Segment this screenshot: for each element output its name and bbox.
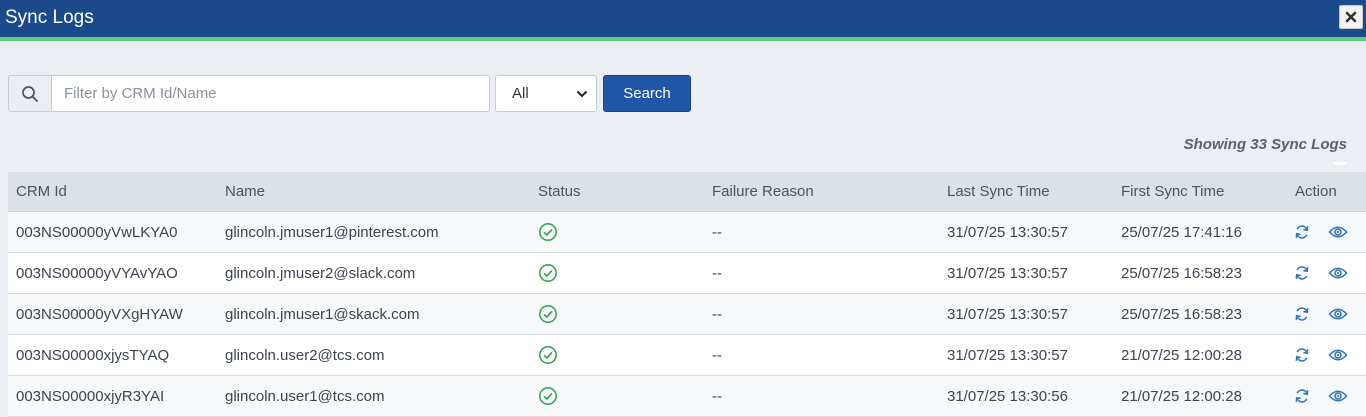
column-header-failure-reason[interactable]: Failure Reason [712, 172, 814, 211]
success-check-icon [539, 346, 557, 364]
success-check-icon [539, 223, 557, 241]
last-sync-cell: 31/07/25 13:30:57 [947, 264, 1068, 282]
column-header-action: Action [1295, 183, 1337, 200]
crm-id-cell: 003NS00000xjysTYAQ [16, 346, 170, 364]
eye-icon [1328, 308, 1348, 320]
name-cell: glincoln.user1@tcs.com [225, 387, 385, 405]
column-header-first-sync-time[interactable]: First Sync Time [1121, 172, 1224, 211]
row-actions [1292, 335, 1348, 375]
failure-reason-cell: -- [712, 305, 722, 323]
name-cell: glincoln.jmuser1@pinterest.com [225, 223, 439, 241]
table-row: 003NS00000yVYAvYAO glincoln.jmuser2@slac… [8, 253, 1366, 294]
first-sync-cell: 25/07/25 16:58:23 [1121, 264, 1242, 282]
view-button[interactable] [1328, 304, 1348, 324]
eye-icon [1328, 349, 1348, 361]
failure-reason-cell: -- [712, 223, 722, 241]
resync-button[interactable] [1292, 263, 1312, 283]
search-group [8, 75, 490, 112]
status-select-value: All [512, 85, 529, 102]
status-cell [538, 376, 558, 416]
window-title: Sync Logs [5, 7, 94, 28]
search-input[interactable] [51, 75, 490, 112]
last-sync-cell: 31/07/25 13:30:56 [947, 387, 1068, 405]
failure-reason-cell: -- [712, 264, 722, 282]
search-button[interactable]: Search [603, 75, 691, 112]
name-cell: glincoln.jmuser2@slack.com [225, 264, 416, 282]
status-cell [538, 212, 558, 252]
view-button[interactable] [1328, 345, 1348, 365]
refresh-icon [1295, 225, 1309, 239]
status-cell [538, 253, 558, 293]
column-header-crm-id[interactable]: CRM Id [16, 172, 67, 211]
close-icon [1345, 11, 1357, 23]
refresh-icon [1295, 266, 1309, 280]
failure-reason-cell: -- [712, 346, 722, 364]
close-button[interactable] [1339, 5, 1363, 29]
status-cell [538, 294, 558, 334]
resync-button[interactable] [1292, 304, 1312, 324]
column-header-name[interactable]: Name [225, 172, 265, 211]
status-cell [538, 335, 558, 375]
table-row: 003NS00000yVXgHYAW glincoln.jmuser1@skac… [8, 294, 1366, 335]
column-header-status[interactable]: Status [538, 172, 581, 211]
view-button[interactable] [1328, 263, 1348, 283]
accent-line [0, 37, 1366, 41]
refresh-icon [1295, 348, 1309, 362]
row-actions [1292, 294, 1348, 334]
name-cell: glincoln.user2@tcs.com [225, 346, 385, 364]
view-button[interactable] [1328, 222, 1348, 242]
table-row: 003NS00000xjyR3YAI glincoln.user1@tcs.co… [8, 376, 1366, 417]
status-select[interactable]: All [495, 75, 597, 112]
column-header-last-sync-time[interactable]: Last Sync Time [947, 172, 1050, 211]
refresh-icon [1295, 307, 1309, 321]
table-header: CRM Id Name Status Failure Reason Last S… [8, 172, 1366, 212]
resync-button[interactable] [1292, 345, 1312, 365]
resync-button[interactable] [1292, 222, 1312, 242]
refresh-icon [1295, 389, 1309, 403]
crm-id-cell: 003NS00000xjyR3YAI [16, 387, 165, 405]
name-cell: glincoln.jmuser1@skack.com [225, 305, 420, 323]
row-actions [1292, 253, 1348, 293]
first-sync-cell: 21/07/25 12:00:28 [1121, 387, 1242, 405]
success-check-icon [539, 264, 557, 282]
scroll-indicator [1333, 162, 1347, 165]
first-sync-cell: 25/07/25 16:58:23 [1121, 305, 1242, 323]
crm-id-cell: 003NS00000yVwLKYA0 [16, 223, 178, 241]
sync-logs-table: CRM Id Name Status Failure Reason Last S… [8, 172, 1366, 417]
row-actions [1292, 212, 1348, 252]
view-button[interactable] [1328, 386, 1348, 406]
table-row: 003NS00000yVwLKYA0 glincoln.jmuser1@pint… [8, 212, 1366, 253]
row-actions [1292, 376, 1348, 416]
first-sync-cell: 21/07/25 12:00:28 [1121, 346, 1242, 364]
search-addon [8, 75, 51, 112]
chevron-down-icon [576, 90, 588, 97]
failure-reason-cell: -- [712, 387, 722, 405]
crm-id-cell: 003NS00000yVYAvYAO [16, 264, 178, 282]
title-bar: Sync Logs [0, 0, 1366, 38]
first-sync-cell: 25/07/25 17:41:16 [1121, 223, 1242, 241]
last-sync-cell: 31/07/25 13:30:57 [947, 223, 1068, 241]
eye-icon [1328, 390, 1348, 402]
success-check-icon [539, 305, 557, 323]
resync-button[interactable] [1292, 386, 1312, 406]
crm-id-cell: 003NS00000yVXgHYAW [16, 305, 183, 323]
table-row: 003NS00000xjysTYAQ glincoln.user2@tcs.co… [8, 335, 1366, 376]
eye-icon [1328, 226, 1348, 238]
success-check-icon [539, 387, 557, 405]
last-sync-cell: 31/07/25 13:30:57 [947, 346, 1068, 364]
last-sync-cell: 31/07/25 13:30:57 [947, 305, 1068, 323]
eye-icon [1328, 267, 1348, 279]
search-icon [22, 85, 38, 102]
results-count: Showing 33 Sync Logs [1183, 136, 1347, 153]
